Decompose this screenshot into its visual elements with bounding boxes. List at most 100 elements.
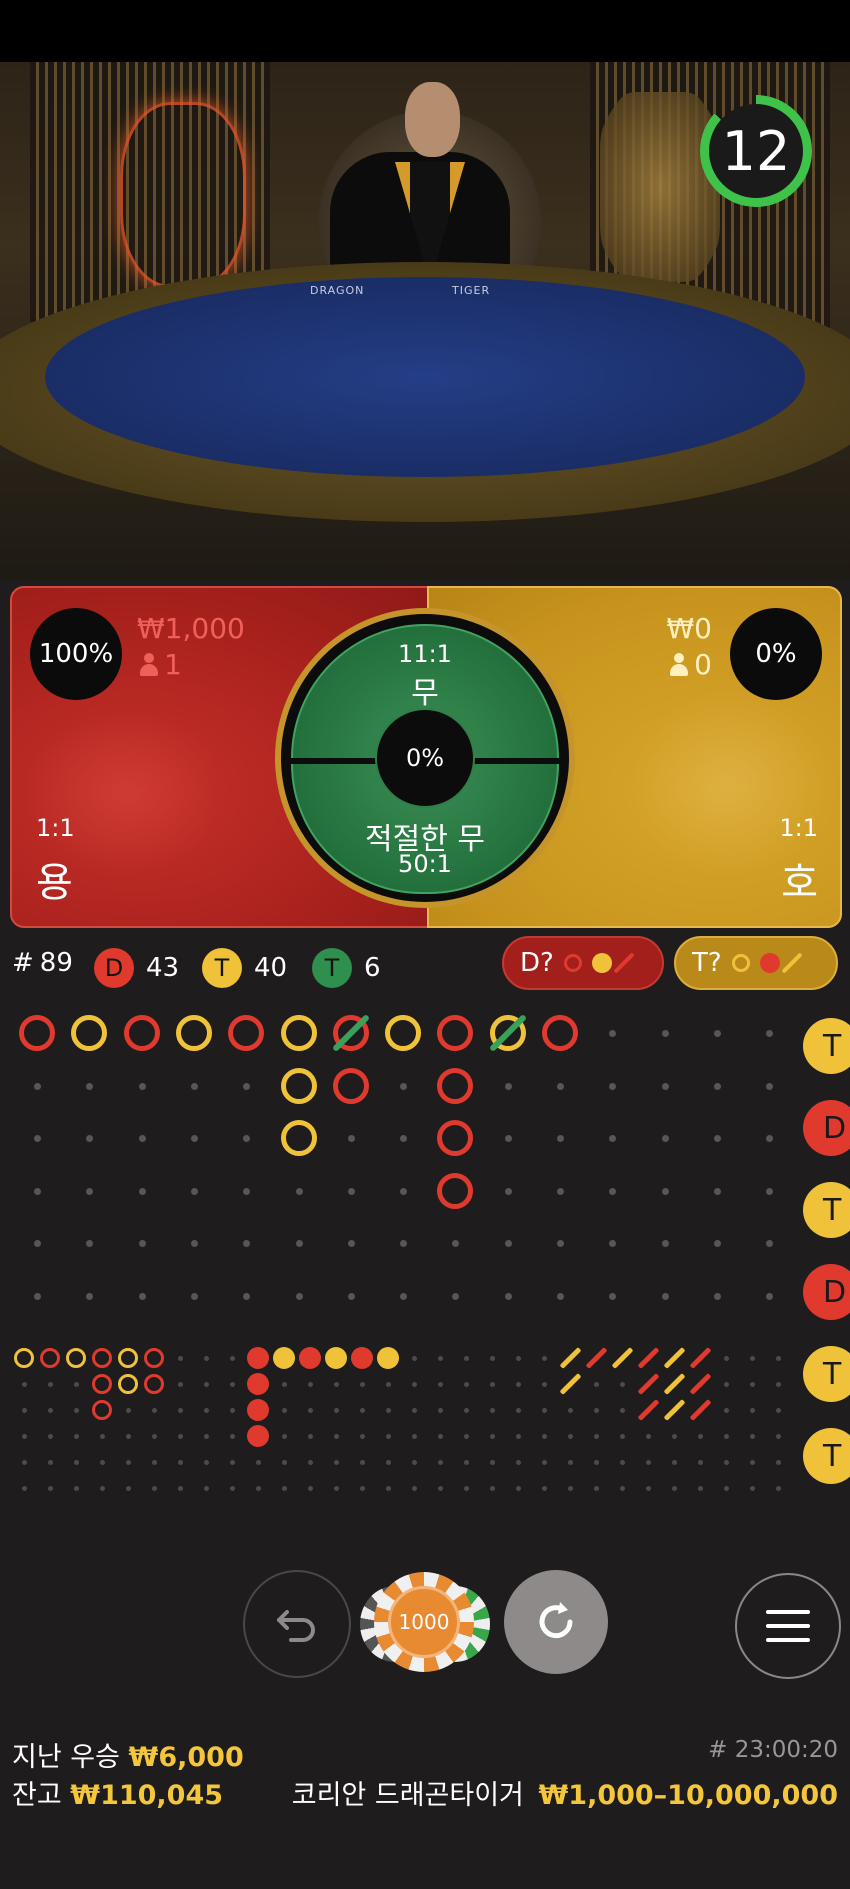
grid-dot [557,1135,564,1142]
grid-dot [620,1382,625,1387]
cockroach-mark [585,1347,608,1369]
grid-dot [100,1460,105,1465]
big-road-mark [228,1015,265,1051]
grid-dot [776,1382,781,1387]
grid-dot [48,1434,53,1439]
grid-dot [86,1240,94,1247]
grid-dot [609,1082,617,1090]
selected-chip[interactable]: 1000 [374,1572,474,1672]
grid-dot [230,1382,235,1387]
grid-dot [22,1486,27,1491]
big-road-mark [280,1015,317,1051]
side-prediction-tab[interactable]: T [803,1346,850,1402]
grid-dot [178,1408,183,1413]
big-road-mark [437,1067,474,1104]
grid-dot [22,1434,27,1439]
grid-dot [713,1135,721,1142]
grid-dot [178,1356,183,1361]
grid-dot [138,1082,146,1090]
chip-value: 1000 [388,1586,460,1658]
grid-dot [334,1382,339,1387]
grid-dot [766,1135,774,1142]
grid-dot [100,1486,105,1491]
grid-dot [672,1486,677,1491]
grid-dot [86,1187,94,1195]
grid-dot [308,1434,313,1439]
dragon-amount-value: ₩1,000 [137,612,245,645]
grid-dot [557,1292,564,1300]
ask-tiger-button[interactable]: T? [674,936,838,990]
grid-dot [282,1434,287,1439]
grid-dot [698,1486,703,1491]
dealer-head [405,82,460,157]
grid-dot [776,1356,781,1361]
grid-dot [620,1408,625,1413]
grid-dot [48,1408,53,1413]
ask-dragon-button[interactable]: D? [502,936,664,990]
grid-dot [438,1356,443,1361]
big-eye-mark [66,1348,86,1368]
side-prediction-tab[interactable]: D [803,1264,850,1320]
side-prediction-tab[interactable]: D [803,1100,850,1156]
grid-dot [22,1408,27,1413]
grid-dot [204,1408,209,1413]
grid-dot [750,1356,755,1361]
grid-dot [412,1486,417,1491]
undo-icon [277,1610,315,1642]
cockroach-mark [637,1399,660,1421]
grid-dot [542,1434,547,1439]
grid-dot [568,1460,573,1465]
grid-dot [504,1187,512,1195]
dragon-statue [120,102,246,288]
undo-button[interactable] [243,1570,351,1678]
grid-dot [74,1408,79,1413]
menu-button[interactable] [735,1573,841,1679]
ring-icon [563,954,582,972]
side-prediction-tab[interactable]: T [803,1428,850,1484]
grid-dot [594,1382,599,1387]
grid-dot [516,1460,521,1465]
grid-dot [724,1356,729,1361]
countdown-timer: 12 [700,95,812,207]
grid-dot [400,1082,408,1090]
dragon-odds: 1:1 [36,814,75,842]
grid-dot [713,1082,721,1090]
felt-label-dragon: DRAGON [310,284,365,297]
grid-dot [34,1135,41,1142]
grid-dot [86,1082,94,1090]
grid-dot [48,1486,53,1491]
ask-dragon-label: D? [520,948,554,978]
grid-dot [724,1486,729,1491]
small-road-mark [273,1347,295,1369]
grid-dot [516,1408,521,1413]
grid-dot [256,1460,261,1465]
grid-dot [74,1486,79,1491]
grid-dot [178,1486,183,1491]
grid-dot [48,1382,53,1387]
cockroach-mark [559,1347,582,1369]
table-felt [45,277,805,477]
repeat-bet-button[interactable] [504,1570,608,1674]
grid-dot [386,1408,391,1413]
chip-selector[interactable]: 1000 [360,1572,490,1674]
grid-dot [295,1240,303,1247]
side-prediction-tab[interactable]: T [803,1018,850,1074]
grid-dot [724,1434,729,1439]
grid-dot [713,1030,721,1037]
grid-dot [190,1292,198,1300]
grid-dot [360,1408,365,1413]
grid-dot [766,1082,774,1090]
tiger-name: 호 [781,860,818,906]
grid-dot [661,1292,669,1300]
side-prediction-tab[interactable]: T [803,1182,850,1238]
grid-dot [347,1135,355,1142]
grid-dot [308,1408,313,1413]
grid-dot [594,1408,599,1413]
tiger-amount: ₩0 [667,612,713,645]
balance-value: ₩110,045 [70,1780,224,1811]
grid-dot [308,1460,313,1465]
tiger-stat: T 40 [202,948,287,988]
last-win: 지난 우승 ₩6,000 [12,1735,244,1774]
grid-dot [750,1460,755,1465]
grid-dot [713,1240,721,1247]
